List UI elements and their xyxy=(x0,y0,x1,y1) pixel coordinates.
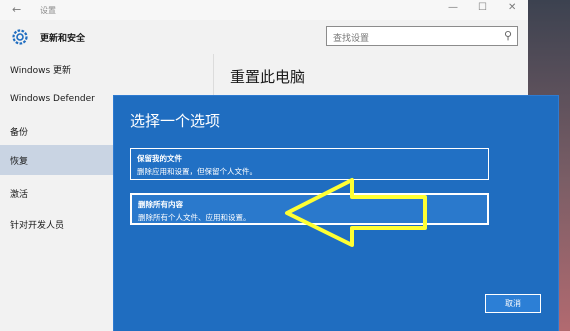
sidebar-item-label: 恢复 xyxy=(10,157,29,167)
cancel-button[interactable]: 取消 xyxy=(485,294,541,313)
sidebar-item-label: 激活 xyxy=(10,190,29,200)
close-button[interactable]: ✕ xyxy=(508,2,516,13)
option-keep-my-files[interactable]: 保留我的文件 删除应用和设置，但保留个人文件。 xyxy=(130,148,489,180)
title-bar: ← 设置 — ☐ ✕ xyxy=(0,0,528,20)
search-placeholder: 查找设置 xyxy=(333,34,370,44)
back-arrow-icon[interactable]: ← xyxy=(12,3,21,16)
sidebar-item-label: Windows Defender xyxy=(10,94,95,104)
search-icon[interactable]: ⚲ xyxy=(504,29,512,42)
window-title: 设置 xyxy=(40,6,56,15)
search-input[interactable]: 查找设置 ⚲ xyxy=(326,26,518,46)
option-title: 删除所有内容 xyxy=(138,200,183,209)
sidebar-item-label: Windows 更新 xyxy=(10,66,72,76)
sidebar-item-label: 针对开发人员 xyxy=(10,221,65,231)
gear-icon xyxy=(12,29,28,45)
reset-dialog: 选择一个选项 保留我的文件 删除应用和设置，但保留个人文件。 删除所有内容 删除… xyxy=(114,96,558,331)
dialog-title: 选择一个选项 xyxy=(130,112,221,130)
section-title: 更新和安全 xyxy=(40,34,86,44)
option-title: 保留我的文件 xyxy=(137,154,182,163)
sidebar-item-label: 备份 xyxy=(10,128,29,138)
option-description: 删除所有个人文件、应用和设置。 xyxy=(138,213,251,222)
option-description: 删除应用和设置，但保留个人文件。 xyxy=(137,167,257,176)
sidebar-item-windows-update[interactable]: Windows 更新 xyxy=(0,54,213,84)
maximize-button[interactable]: ☐ xyxy=(478,2,487,13)
minimize-button[interactable]: — xyxy=(448,2,458,13)
page-title: 重置此电脑 xyxy=(230,68,306,86)
option-remove-everything[interactable]: 删除所有内容 删除所有个人文件、应用和设置。 xyxy=(130,193,489,225)
